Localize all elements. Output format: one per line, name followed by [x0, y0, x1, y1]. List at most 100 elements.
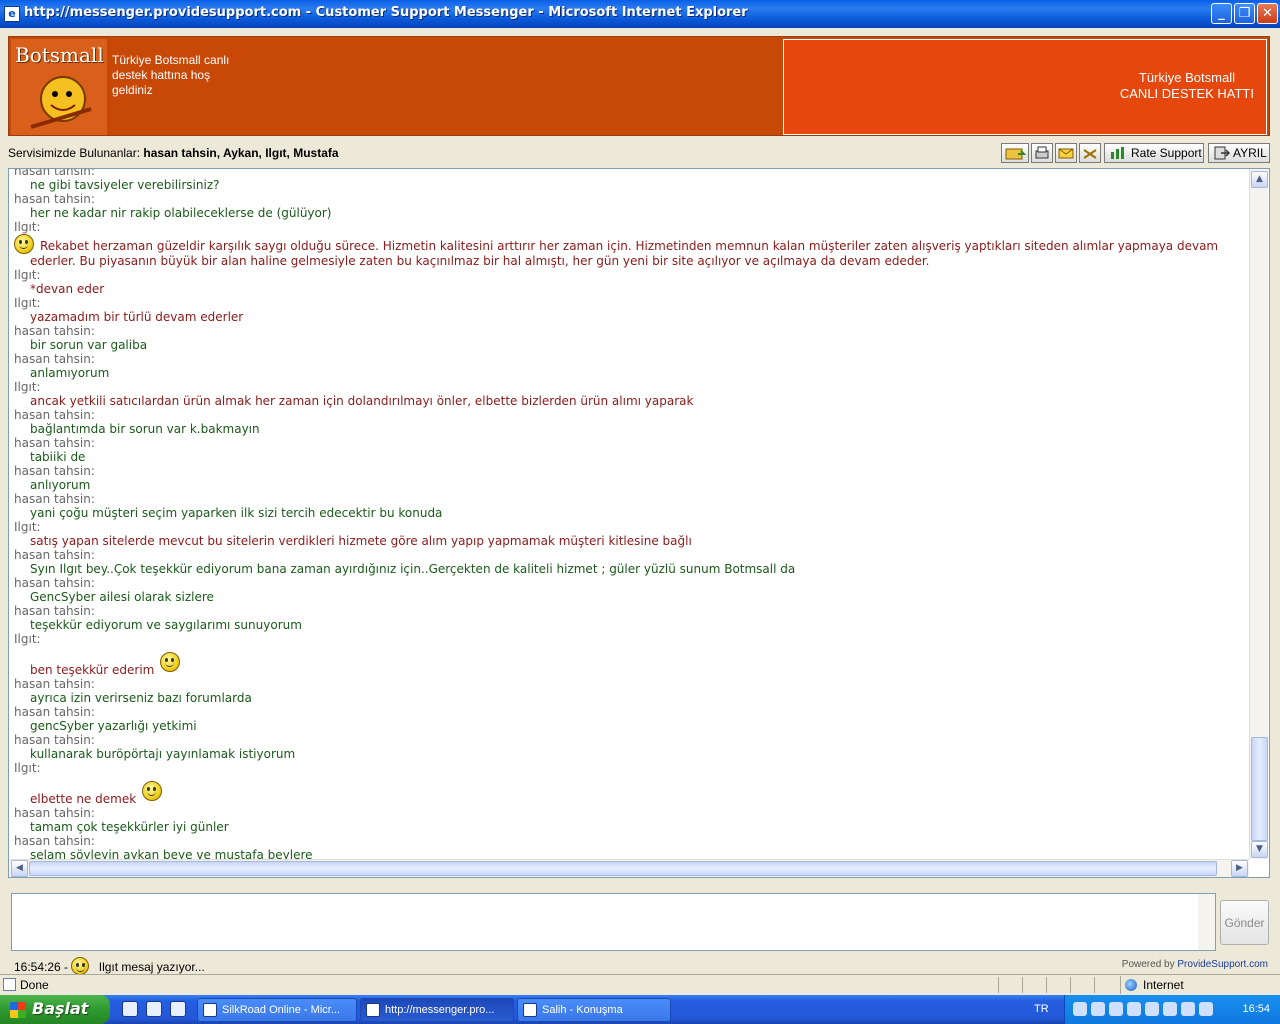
page-icon: [3, 978, 16, 991]
message-sender: Ilgıt:: [14, 761, 41, 775]
start-button[interactable]: Başlat: [0, 995, 110, 1024]
task-label: http://messenger.pro...: [385, 1004, 495, 1016]
task-salih[interactable]: Salih - Konuşma: [517, 998, 671, 1022]
scroll-right-icon[interactable]: ▶: [1231, 860, 1248, 877]
status-time: 16:54:26 -: [14, 960, 69, 974]
message-body: anlıyorum: [30, 478, 91, 492]
status-done: Done: [20, 978, 49, 992]
message-sender: hasan tahsin:: [14, 705, 95, 719]
message-text: tamam çok teşekkürler iyi günler: [14, 820, 1244, 834]
maximize-button[interactable]: ❐: [1234, 3, 1255, 24]
task-label: SilkRoad Online - Micr...: [222, 1004, 340, 1016]
system-tray: 16:54: [1064, 995, 1280, 1024]
app-quicklaunch-icon[interactable]: [170, 1001, 186, 1017]
operators-line: Servisimizde Bulunanlar: hasan tahsin, A…: [8, 146, 339, 160]
tray-volume-icon[interactable]: [1163, 1002, 1177, 1016]
mascot-icon: [30, 76, 92, 129]
message-sender: hasan tahsin:: [14, 576, 95, 590]
message-sender: hasan tahsin:: [14, 492, 95, 506]
rate-icon: [1111, 147, 1124, 159]
scroll-up-icon[interactable]: ▲: [1251, 171, 1268, 188]
tray-network-icon[interactable]: [1091, 1002, 1105, 1016]
message-text: ben teşekkür ederim: [14, 646, 1244, 677]
vertical-scrollbar[interactable]: ▲ ▼: [1249, 169, 1268, 859]
powered-by: Powered by ProvideSupport.com: [1122, 959, 1268, 970]
message-body: Syın Ilgıt bey..Çok teşekkür ediyorum ba…: [30, 562, 796, 576]
message-text: Rekabet herzaman güzeldir karşılık saygı…: [9, 234, 1244, 268]
message-body: ayrıca izin verirseniz bazı forumlarda: [30, 691, 252, 705]
tray-security-icon[interactable]: [1199, 1002, 1213, 1016]
scroll-down-icon[interactable]: ▼: [1251, 841, 1268, 858]
input-scrollbar[interactable]: [1198, 894, 1215, 950]
message-text: teşekkür ediyorum ve saygılarımı sunuyor…: [14, 618, 1244, 632]
task-silkroad[interactable]: SilkRoad Online - Micr...: [197, 998, 357, 1022]
window-icon: [203, 1003, 217, 1017]
tray-app-icon[interactable]: [1145, 1002, 1159, 1016]
tray-msn-icon[interactable]: [1073, 1002, 1087, 1016]
tray-connection-icon[interactable]: [1181, 1002, 1195, 1016]
message-sender: hasan tahsin:: [14, 436, 95, 450]
task-messenger[interactable]: http://messenger.pro...: [360, 998, 514, 1022]
message-text: *devan eder: [14, 282, 1244, 296]
message-body: elbette ne demek: [30, 792, 137, 806]
header-banner: Botsmall Türkiye Botsmall canlı destek h…: [8, 36, 1270, 136]
message-sender: hasan tahsin:: [14, 733, 95, 747]
send-button[interactable]: Gönder: [1220, 900, 1269, 945]
message-text: bir sorun var galiba: [14, 338, 1244, 352]
exit-icon: [1214, 146, 1230, 160]
message-input[interactable]: [12, 894, 1198, 950]
save-transcript-icon[interactable]: [1001, 143, 1029, 163]
email-icon[interactable]: [1055, 143, 1077, 163]
rate-support-button[interactable]: Rate Support: [1104, 143, 1204, 163]
smiley-icon: [142, 781, 163, 801]
typing-status: 16:54:26 - Ilgıt mesaj yazıyor...: [14, 957, 205, 975]
message-body: Rekabet herzaman güzeldir karşılık saygı…: [30, 239, 1219, 268]
vertical-scroll-thumb[interactable]: [1251, 737, 1268, 841]
message-sender: Ilgıt:: [14, 520, 41, 534]
message-sender: hasan tahsin:: [14, 834, 95, 848]
window-title: http://messenger.providesupport.com - Cu…: [24, 5, 748, 20]
banner-title-line2: CANLI DESTEK HATTI: [1119, 86, 1254, 101]
powered-prefix: Powered by: [1121, 959, 1175, 970]
message-sender: hasan tahsin:: [14, 324, 95, 338]
ie-quicklaunch-icon[interactable]: [122, 1001, 138, 1017]
message-body: tamam çok teşekkürler iyi günler: [30, 820, 229, 834]
message-text: satış yapan sitelerde mevcut bu siteleri…: [14, 534, 1244, 548]
desktop-quicklaunch-icon[interactable]: [146, 1001, 162, 1017]
sound-toggle-icon[interactable]: [1079, 143, 1101, 163]
scroll-left-icon[interactable]: ◀: [11, 860, 28, 877]
chat-transcript[interactable]: hasan tahsin: ne gibi tavsiyeler verebili…: [8, 168, 1270, 878]
message-body: ne gibi tavsiyeler verebilirsiniz?: [30, 178, 220, 192]
operators-names: hasan tahsin, Aykan, Ilgıt, Mustafa: [143, 146, 339, 160]
minimize-button[interactable]: _: [1211, 3, 1232, 24]
message-sender: hasan tahsin:: [14, 352, 95, 366]
horizontal-scroll-thumb[interactable]: [29, 861, 1217, 876]
horizontal-scrollbar[interactable]: ◀ ▶: [9, 859, 1249, 877]
ie-icon: e: [4, 6, 20, 22]
message-sender: Ilgıt:: [14, 296, 41, 310]
close-button[interactable]: ✕: [1257, 3, 1278, 24]
message-list: hasan tahsin: ne gibi tavsiyeler verebili…: [14, 169, 1244, 862]
title-bar: e http://messenger.providesupport.com - …: [0, 0, 1280, 28]
message-body: tabiiki de: [30, 450, 86, 464]
message-text: anlamıyorum: [14, 366, 1244, 380]
print-icon[interactable]: [1031, 143, 1053, 163]
operators-label: Servisimizde Bulunanlar:: [8, 146, 141, 160]
message-sender: hasan tahsin:: [14, 806, 95, 820]
message-body: GencSyber ailesi olarak sizlere: [30, 590, 214, 604]
message-text: ancak yetkili satıcılardan ürün almak he…: [14, 394, 1244, 408]
message-sender: hasan tahsin:: [14, 548, 95, 562]
message-body: teşekkür ediyorum ve saygılarımı sunuyor…: [30, 618, 302, 632]
providesupport-link[interactable]: ProvideSupport.com: [1177, 959, 1268, 970]
language-indicator[interactable]: TR: [1034, 1003, 1049, 1015]
message-sender: Ilgıt:: [14, 632, 41, 646]
tray-disk-icon[interactable]: [1127, 1002, 1141, 1016]
tray-tool-icon[interactable]: [1109, 1002, 1123, 1016]
leave-button[interactable]: AYRIL: [1208, 143, 1270, 163]
message-text: kullanarak buröpörtajı yayınlamak istiyo…: [14, 747, 1244, 761]
message-body: her ne kadar nir rakip olabileceklerse d…: [30, 206, 332, 220]
message-sender: hasan tahsin:: [14, 408, 95, 422]
message-sender: hasan tahsin:: [14, 677, 95, 691]
ie-status-bar: Done Internet: [0, 974, 1280, 994]
banner-title-line1: Türkiye Botsmall: [1138, 70, 1235, 85]
